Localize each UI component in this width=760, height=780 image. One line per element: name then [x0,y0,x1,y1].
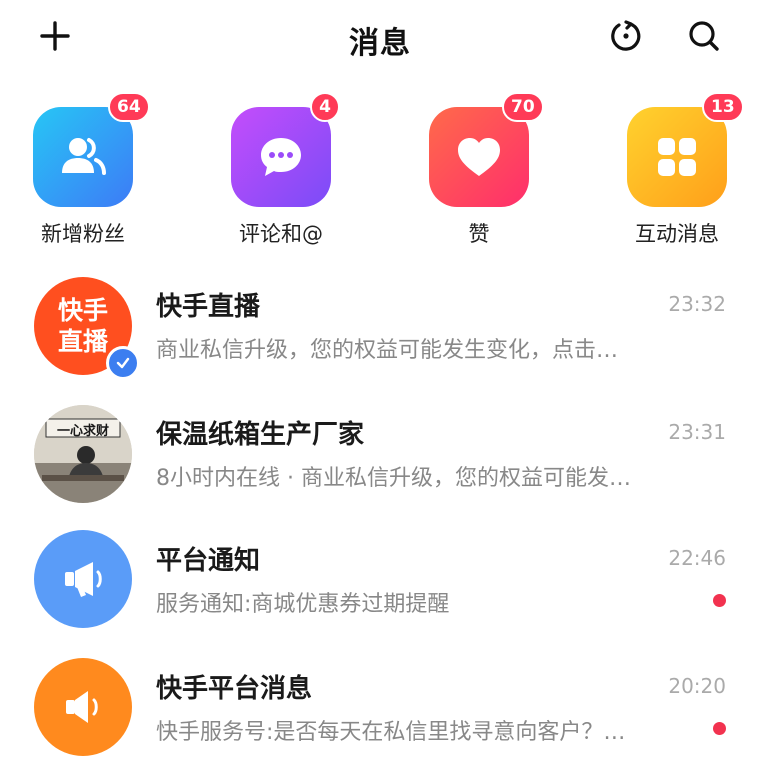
conversation-time: 23:32 [668,292,726,316]
tile-label: 互动消息 [635,222,719,246]
megaphone-icon [34,530,132,628]
conversation-item[interactable]: 快手平台消息 20:20 快手服务号:是否每天在私信里找寻意向客户？… [0,646,760,774]
top-bar: 消息 [0,0,760,76]
tile-badge: 13 [702,92,744,122]
speaker-icon [34,658,132,756]
conversation-time: 22:46 [668,546,726,570]
unread-dot [713,722,726,735]
avatar-text: 快手 [57,296,108,325]
avatar-text: 一心求财 [56,424,109,439]
tile-comments[interactable]: 4 评论和@ [206,92,356,252]
tile-likes[interactable]: 70 赞 [404,92,554,252]
tile-new-followers[interactable]: 64 新增粉丝 [8,92,158,252]
avatar: 一心求财 [34,405,132,503]
tile-label: 新增粉丝 [41,222,125,246]
tile-badge: 4 [310,92,340,122]
refresh-icon[interactable] [604,14,648,58]
conversation-time: 23:31 [668,420,726,444]
conversation-preview: 商业私信升级，您的权益可能发生变化，点击… [156,338,619,363]
conversation-time: 20:20 [668,674,726,698]
chat-bubble-icon [231,107,331,207]
conversation-item[interactable]: 一心求财 保温纸箱生产厂家 23:31 8小时内在线 · 商业私信升级，您的权益… [0,390,760,518]
conversation-name: 保温纸箱生产厂家 [156,420,365,450]
conversation-item[interactable]: 快手 直播 快手直播 23:32 商业私信升级，您的权益可能发生变化，点击… [0,262,760,390]
avatar-text: 直播 [57,327,108,356]
tile-label: 赞 [468,222,490,246]
users-icon [33,107,133,207]
conversation-preview: 快手服务号:是否每天在私信里找寻意向客户？… [156,720,626,745]
conversation-name: 快手直播 [156,292,261,322]
tile-interactions[interactable]: 13 互动消息 [602,92,752,252]
conversation-item[interactable]: 平台通知 22:46 服务通知:商城优惠券过期提醒 [0,518,760,646]
grid-icon [627,107,727,207]
heart-icon [429,107,529,207]
unread-dot [713,594,726,607]
conversation-preview: 服务通知:商城优惠券过期提醒 [156,592,450,617]
verified-check-icon [106,346,140,380]
category-tiles: 64 新增粉丝 4 评论和@ 70 赞 13 互动消息 [0,92,760,252]
conversation-preview: 8小时内在线 · 商业私信升级，您的权益可能发… [156,466,631,491]
search-icon[interactable] [682,14,726,58]
conversation-name: 平台通知 [156,546,261,576]
conversation-name: 快手平台消息 [156,674,313,704]
tile-badge: 70 [502,92,544,122]
tile-label: 评论和@ [239,222,323,246]
tile-badge: 64 [108,92,150,122]
